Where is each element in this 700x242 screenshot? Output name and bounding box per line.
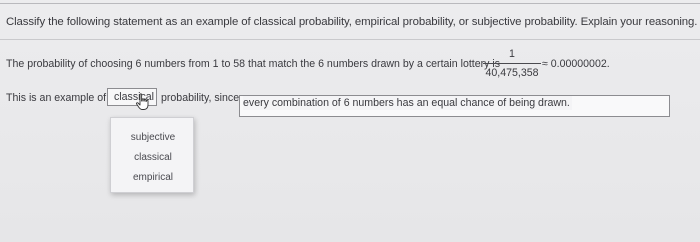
probability-type-dropdown: subjective classical empirical xyxy=(110,117,194,193)
fraction-denominator: 40,475,358 xyxy=(485,67,539,79)
reason-select[interactable]: every combination of 6 numbers has an eq… xyxy=(239,95,670,117)
probability-fraction: 1 40,475,358 xyxy=(483,48,541,79)
fraction-bar xyxy=(483,63,541,64)
problem-statement: The probability of choosing 6 numbers fr… xyxy=(6,58,501,70)
question-panel: Classify the following statement as an e… xyxy=(0,0,700,242)
hand-pointer-icon xyxy=(136,93,149,110)
approx-value: ≈ 0.00000002. xyxy=(542,58,610,70)
option-classical[interactable]: classical xyxy=(111,150,195,166)
fraction-numerator: 1 xyxy=(509,48,515,60)
reason-text: every combination of 6 numbers has an eq… xyxy=(243,96,572,110)
answer-suffix: probability, since xyxy=(161,92,240,104)
section-divider xyxy=(0,39,700,40)
answer-prefix: This is an example of xyxy=(6,92,107,104)
option-empirical[interactable]: empirical xyxy=(111,170,195,186)
top-divider xyxy=(0,3,700,4)
question-instructions: Classify the following statement as an e… xyxy=(6,16,698,28)
option-subjective[interactable]: subjective xyxy=(111,130,195,146)
